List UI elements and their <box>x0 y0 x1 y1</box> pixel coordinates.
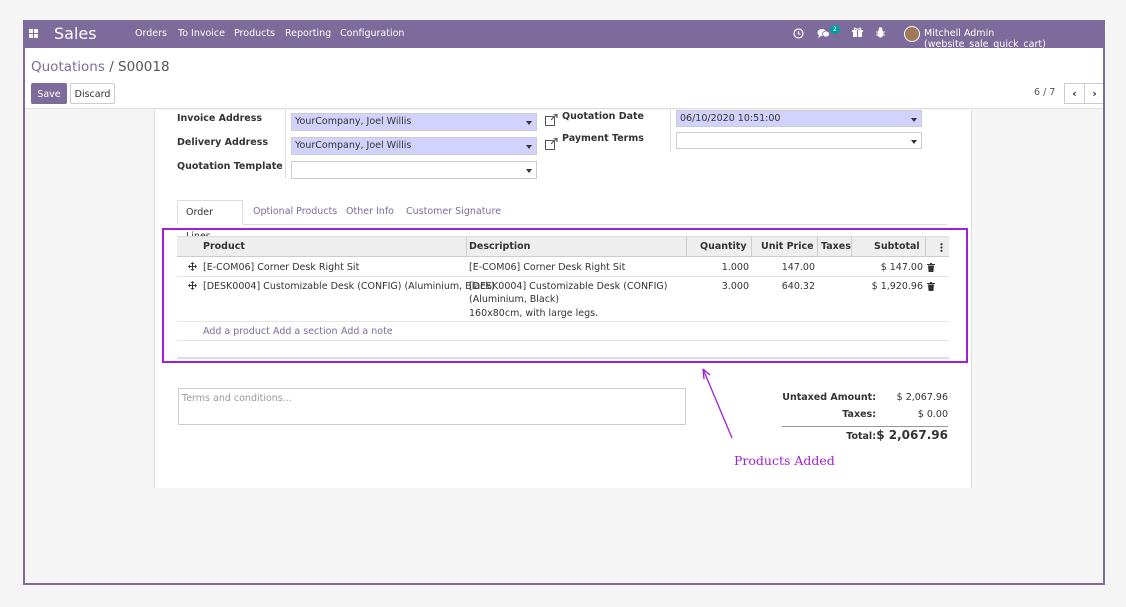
products-highlight-box <box>162 228 968 363</box>
quotation-template-label: Quotation Template <box>177 161 283 172</box>
pager-previous-button[interactable]: ‹ <box>1064 83 1085 104</box>
save-button[interactable]: Save <box>31 83 67 104</box>
external-link-icon[interactable] <box>545 114 558 126</box>
activity-clock-icon[interactable] <box>793 28 804 39</box>
user-name[interactable]: Mitchell Admin (website_sale_quick_cart) <box>924 28 1103 50</box>
chevron-down-icon <box>911 140 917 144</box>
total-value: $ 2,067.96 <box>876 428 948 442</box>
payment-terms-label: Payment Terms <box>562 133 644 144</box>
top-navbar: Sales Orders To Invoice Products Reporti… <box>25 22 1103 50</box>
tab-order-lines[interactable]: Order Lines <box>177 200 243 242</box>
invoice-address-label: Invoice Address <box>177 113 263 124</box>
breadcrumb-quotations[interactable]: Quotations <box>31 59 105 75</box>
quotation-date-label: Quotation Date <box>562 111 644 122</box>
menu-to-invoice[interactable]: To Invoice <box>178 28 225 39</box>
tab-optional-products[interactable]: Optional Products <box>245 200 345 225</box>
label-divider <box>285 110 286 178</box>
payment-terms-select[interactable] <box>676 132 922 149</box>
totals-divider <box>782 426 948 427</box>
menu-products[interactable]: Products <box>234 28 275 39</box>
invoice-address-select[interactable]: YourCompany, Joel Willis <box>291 113 537 131</box>
delivery-address-label: Delivery Address <box>177 137 269 148</box>
menu-reporting[interactable]: Reporting <box>285 28 331 39</box>
quotation-template-select[interactable] <box>291 161 537 179</box>
external-link-icon[interactable] <box>545 138 558 150</box>
breadcrumb: Quotations / S00018 <box>31 59 170 75</box>
breadcrumb-current: S00018 <box>118 59 170 75</box>
chevron-down-icon <box>526 121 532 125</box>
quotation-date-value: 06/10/2020 10:51:00 <box>680 113 781 124</box>
quotation-date-input[interactable]: 06/10/2020 10:51:00 <box>676 110 922 127</box>
user-avatar[interactable] <box>904 26 920 42</box>
pager-value[interactable]: 6 / 7 <box>1034 87 1055 98</box>
chevron-down-icon <box>911 118 917 122</box>
screenshot-frame: Sales Orders To Invoice Products Reporti… <box>23 20 1105 585</box>
annotation-label: Products Added <box>734 453 835 468</box>
label-divider <box>670 110 671 152</box>
annotation-arrow <box>702 368 733 439</box>
menu-orders[interactable]: Orders <box>135 28 167 39</box>
app-brand[interactable]: Sales <box>54 24 97 43</box>
chevron-down-icon <box>526 145 532 149</box>
terms-conditions-textarea[interactable]: Terms and conditions... <box>178 388 686 425</box>
apps-menu-icon[interactable] <box>29 29 39 39</box>
taxes-label: Taxes: <box>842 409 876 420</box>
delivery-address-select[interactable]: YourCompany, Joel Willis <box>291 137 537 155</box>
chat-icon[interactable] <box>817 28 830 39</box>
invoice-address-value: YourCompany, Joel Willis <box>295 116 412 127</box>
bug-icon[interactable] <box>875 27 886 38</box>
discard-button[interactable]: Discard <box>70 83 115 104</box>
delivery-address-value: YourCompany, Joel Willis <box>295 140 412 151</box>
total-label: Total: <box>846 431 876 442</box>
pager-next-button[interactable]: › <box>1084 83 1103 104</box>
untaxed-amount-label: Untaxed Amount: <box>782 392 876 403</box>
notebook-tabs: Order Lines Optional Products Other Info… <box>177 199 947 242</box>
breadcrumb-separator: / <box>104 59 119 75</box>
taxes-value: $ 0.00 <box>917 409 948 420</box>
chevron-down-icon <box>526 169 532 173</box>
tab-other-info[interactable]: Other Info <box>338 200 402 225</box>
tab-customer-signature[interactable]: Customer Signature <box>398 200 509 225</box>
untaxed-amount-value: $ 2,067.96 <box>896 392 948 403</box>
control-panel: Quotations / S00018 Save Discard 6 / 7 ‹… <box>25 48 1103 109</box>
menu-configuration[interactable]: Configuration <box>340 28 404 39</box>
chat-count-badge: 2 <box>830 25 840 34</box>
gift-icon[interactable] <box>852 27 863 38</box>
